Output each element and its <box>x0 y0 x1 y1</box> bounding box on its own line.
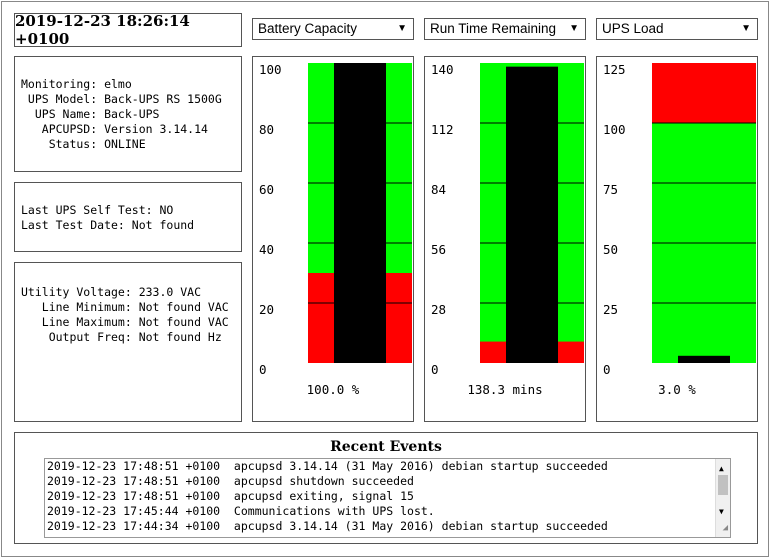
voltage-line: Output Freq: Not found Hz <box>21 330 222 344</box>
gauge-readout: 3.0 % <box>658 382 696 397</box>
gauge-select-label: UPS Load <box>602 21 664 36</box>
gauge-tick-label: 75 <box>603 182 619 197</box>
gauge-tick-label: 40 <box>259 242 275 257</box>
scroll-thumb[interactable] <box>718 475 728 495</box>
gauge-panel: 100 80 60 40 20 0 100.0 % <box>252 56 414 422</box>
gauge-select[interactable]: Run Time Remaining ▼ <box>424 18 586 40</box>
gauge-select-label: Run Time Remaining <box>430 21 557 36</box>
gauge-tick-label: 140 <box>431 62 454 77</box>
chevron-down-icon[interactable]: ▼ <box>741 23 751 34</box>
scroll-up-icon[interactable]: ▲ <box>719 461 724 476</box>
status-line: Monitoring: elmo <box>21 77 132 91</box>
voltage-panel: Utility Voltage: 233.0 VAC Line Minimum:… <box>14 262 242 422</box>
voltage-line: Line Maximum: Not found VAC <box>21 315 229 329</box>
gauge-value-bar <box>678 355 730 363</box>
scroll-down-icon[interactable]: ▼ <box>719 504 724 519</box>
chevron-down-icon[interactable]: ▼ <box>569 23 579 34</box>
gauge-tick-label: 84 <box>431 182 447 197</box>
gauge-panel: 125 100 75 50 25 0 3.0 % <box>596 56 758 422</box>
gauge-tick-label: 100 <box>603 122 626 137</box>
voltage-line: Utility Voltage: 233.0 VAC <box>21 285 202 299</box>
gauge-tick-label: 0 <box>603 362 611 377</box>
event-line: 2019-12-23 17:48:51 +0100 apcupsd exitin… <box>47 489 414 503</box>
gauge-tick-label: 0 <box>259 362 267 377</box>
event-line: 2019-12-23 17:44:34 +0100 apcupsd 3.14.1… <box>47 519 608 533</box>
gauge-tick-label: 50 <box>603 242 619 257</box>
gauge-panel: 140 112 84 56 28 0 138.3 mins <box>424 56 586 422</box>
gauge-graph <box>480 63 584 364</box>
selftest-panel: Last UPS Self Test: NO Last Test Date: No… <box>14 182 242 252</box>
status-line: Status: ONLINE <box>21 137 146 151</box>
gauge-tick-label: 60 <box>259 182 275 197</box>
timestamp-header: 2019-12-23 18:26:14 +0100 <box>14 12 242 48</box>
gauge-tick-label: 25 <box>603 302 619 317</box>
status-line: APCUPSD: Version 3.14.14 <box>21 122 208 136</box>
event-line: 2019-12-23 17:48:51 +0100 apcupsd shutdo… <box>47 474 414 488</box>
gauge-tick-label: 125 <box>603 62 626 77</box>
gauge-tick-label: 20 <box>259 302 275 317</box>
gauge-tick-label: 56 <box>431 242 447 257</box>
gauge-graph <box>652 63 756 363</box>
chevron-down-icon[interactable]: ▼ <box>397 23 407 34</box>
status-line: UPS Name: Back-UPS <box>21 107 160 121</box>
events-title: Recent Events <box>330 439 442 455</box>
gauge-select[interactable]: Battery Capacity ▼ <box>252 18 414 40</box>
event-line: 2019-12-23 17:48:51 +0100 apcupsd 3.14.1… <box>47 459 608 473</box>
events-panel: Recent Events ▲ ▼ ◢ 2019-12-23 17:48:51 … <box>14 432 758 544</box>
gauge-tick-label: 112 <box>431 122 454 137</box>
resize-grip-icon[interactable]: ◢ <box>723 521 728 536</box>
event-line: 2019-12-23 17:45:44 +0100 Communications… <box>47 504 435 518</box>
gauge-select[interactable]: UPS Load ▼ <box>596 18 758 40</box>
gauge-tick-label: 28 <box>431 302 447 317</box>
selftest-line: Last UPS Self Test: NO <box>21 203 174 217</box>
selftest-line: Last Test Date: Not found <box>21 218 195 232</box>
status-panel: Monitoring: elmo UPS Model: Back-UPS RS … <box>14 56 242 172</box>
events-textarea[interactable]: ▲ ▼ ◢ 2019-12-23 17:48:51 +0100 apcupsd … <box>44 458 731 538</box>
status-line: UPS Model: Back-UPS RS 1500G <box>21 92 222 106</box>
voltage-line: Line Minimum: Not found VAC <box>21 300 229 314</box>
gauge-readout: 100.0 % <box>306 382 360 397</box>
gauge-tick-label: 100 <box>259 62 282 77</box>
gauge-value-bar <box>334 63 386 363</box>
gauge-tick-label: 0 <box>431 362 439 377</box>
gauge-value-bar <box>506 66 558 364</box>
gauge-select-label: Battery Capacity <box>258 21 358 36</box>
gauge-readout: 138.3 mins <box>467 382 543 397</box>
gauge-graph <box>308 63 412 363</box>
gauge-red-band <box>652 63 756 123</box>
gauge-tick-label: 80 <box>259 122 275 137</box>
